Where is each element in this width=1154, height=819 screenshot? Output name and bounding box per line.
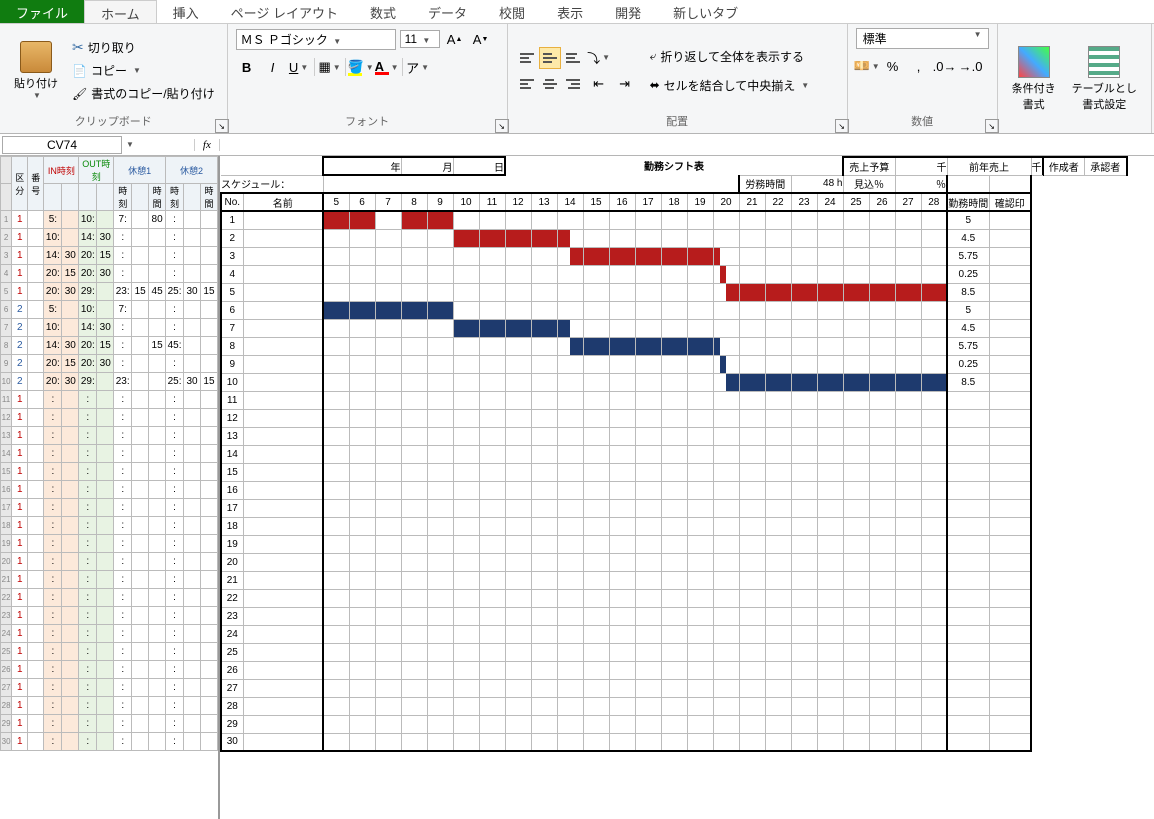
group-label-font: フォント	[236, 113, 499, 129]
conditional-format-icon	[1018, 46, 1050, 78]
phonetic-button[interactable]: ア▼	[407, 56, 429, 78]
copy-icon	[72, 64, 87, 78]
dialog-launcher-icon[interactable]: ↘	[215, 119, 229, 133]
number-format-select[interactable]: 標準 ▼	[856, 28, 989, 49]
align-center-button[interactable]	[539, 73, 561, 95]
dialog-launcher-icon[interactable]: ↘	[985, 119, 999, 133]
ribbon: 貼り付け ▼ 切り取り コピー▼ 書式のコピー/貼り付け クリップボード ↘ Ｍ…	[0, 24, 1154, 134]
fill-color-button[interactable]: 🪣▼	[350, 56, 372, 78]
group-label-number: 数値	[856, 113, 989, 129]
clipboard-icon	[20, 41, 52, 73]
align-bottom-button[interactable]	[562, 47, 584, 69]
gantt-table[interactable]: 年月日勤務シフト表売上予算千前年売上千作成者承認者スケジュール：労務時間48 h…	[220, 156, 1128, 752]
align-top-button[interactable]	[516, 47, 538, 69]
group-label-clipboard: クリップボード	[8, 113, 219, 129]
group-number: 標準 ▼ 💴▼ % , .0→ →.0 数値 ↘	[848, 24, 998, 133]
bold-button[interactable]: B	[236, 56, 258, 78]
tab-developer[interactable]: 開発	[599, 0, 657, 23]
tab-home[interactable]: ホーム	[84, 0, 157, 23]
merge-icon: ⬌	[650, 78, 660, 92]
right-pane: 年月日勤務シフト表売上予算千前年売上千作成者承認者スケジュール：労務時間48 h…	[220, 156, 1154, 819]
group-styles: 条件付き 書式 テーブルとし 書式設定	[998, 24, 1152, 133]
font-color-button[interactable]: A▼	[376, 56, 398, 78]
tab-file[interactable]: ファイル	[0, 0, 84, 23]
group-clipboard: 貼り付け ▼ 切り取り コピー▼ 書式のコピー/貼り付け クリップボード ↘	[0, 24, 228, 133]
decrease-decimal-button[interactable]: →.0	[960, 55, 982, 77]
formula-input[interactable]	[220, 135, 1154, 154]
left-table[interactable]: 区分番号IN時刻OUT時刻休憩1休憩2時刻時間時刻時間115:10:7:80:2…	[0, 156, 218, 751]
align-left-button[interactable]	[516, 73, 538, 95]
font-size-select[interactable]: 11 ▼	[400, 30, 440, 48]
paste-label: 貼り付け	[14, 75, 58, 91]
tab-view[interactable]: 表示	[541, 0, 599, 23]
brush-icon	[72, 87, 87, 101]
formula-bar: CV74 ▼ fx	[0, 134, 1154, 156]
italic-button[interactable]: I	[262, 56, 284, 78]
align-right-button[interactable]	[562, 73, 584, 95]
wrap-text-button[interactable]: ⤶折り返して全体を表示する	[646, 46, 814, 67]
scissors-icon	[72, 39, 84, 56]
merge-center-button[interactable]: ⬌セルを結合して中央揃え▼	[646, 75, 814, 96]
fx-icon[interactable]: fx	[194, 139, 220, 151]
increase-decimal-button[interactable]: .0→	[934, 55, 956, 77]
decrease-indent-button[interactable]: ⇤	[588, 73, 610, 95]
tab-page-layout[interactable]: ページ レイアウト	[215, 0, 354, 23]
tab-review[interactable]: 校閲	[483, 0, 541, 23]
table-icon	[1088, 46, 1120, 78]
tab-formulas[interactable]: 数式	[354, 0, 412, 23]
group-alignment: ⤵▼ ⇤ ⇥ ⤶折り返して全体を表示する ⬌セルを結合して中央揃え▼ 配置 ↘	[508, 24, 848, 133]
comma-button[interactable]: ,	[908, 55, 930, 77]
border-button[interactable]: ▦▼	[319, 56, 341, 78]
format-painter-button[interactable]: 書式のコピー/貼り付け	[68, 83, 219, 104]
dialog-launcher-icon[interactable]: ↘	[835, 119, 849, 133]
orientation-button[interactable]: ⤵▼	[588, 47, 610, 69]
sheet-area: 区分番号IN時刻OUT時刻休憩1休憩2時刻時間時刻時間115:10:7:80:2…	[0, 156, 1154, 819]
group-label-alignment: 配置	[516, 113, 839, 129]
copy-button[interactable]: コピー▼	[68, 60, 219, 81]
conditional-format-button[interactable]: 条件付き 書式	[1006, 44, 1062, 114]
name-box[interactable]: CV74	[2, 136, 122, 154]
decrease-font-button[interactable]: A▼	[470, 28, 492, 50]
font-name-select[interactable]: ＭＳ Ｐゴシック ▼	[236, 29, 396, 50]
tab-new[interactable]: 新しいタブ	[657, 0, 754, 23]
chevron-down-icon: ▼	[33, 91, 41, 100]
format-as-table-button[interactable]: テーブルとし 書式設定	[1066, 44, 1143, 114]
tab-insert[interactable]: 挿入	[157, 0, 215, 23]
paste-button[interactable]: 貼り付け ▼	[8, 39, 64, 102]
underline-button[interactable]: U▼	[288, 56, 310, 78]
increase-font-button[interactable]: A▲	[444, 28, 466, 50]
accounting-format-button[interactable]: 💴▼	[856, 55, 878, 77]
increase-indent-button[interactable]: ⇥	[614, 73, 636, 95]
ribbon-tabs: ファイル ホーム 挿入 ページ レイアウト 数式 データ 校閲 表示 開発 新し…	[0, 0, 1154, 24]
group-font: ＭＳ Ｐゴシック ▼ 11 ▼ A▲ A▼ B I U▼ ▦▼ 🪣▼ A▼ ア▼…	[228, 24, 508, 133]
cut-button[interactable]: 切り取り	[68, 37, 219, 58]
tab-data[interactable]: データ	[412, 0, 483, 23]
wrap-icon: ⤶	[650, 49, 657, 64]
left-pane: 区分番号IN時刻OUT時刻休憩1休憩2時刻時間時刻時間115:10:7:80:2…	[0, 156, 220, 819]
dialog-launcher-icon[interactable]: ↘	[495, 119, 509, 133]
align-middle-button[interactable]	[539, 47, 561, 69]
percent-button[interactable]: %	[882, 55, 904, 77]
name-box-dropdown-icon[interactable]: ▼	[126, 140, 134, 149]
